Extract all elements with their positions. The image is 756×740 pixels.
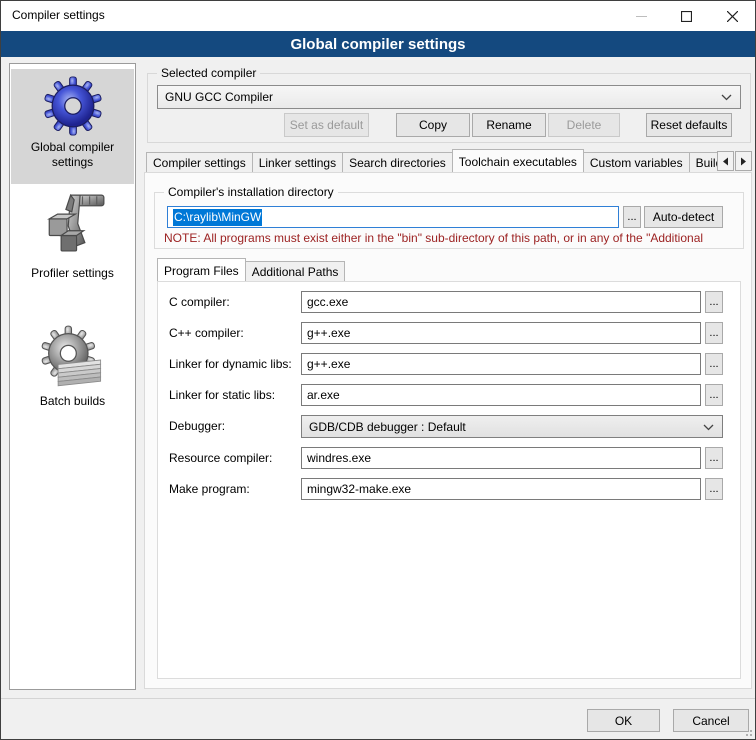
caliper-icon [35,188,111,264]
chevron-down-icon [703,420,714,434]
maximize-icon [681,11,692,22]
reset-defaults-button[interactable]: Reset defaults [646,113,732,137]
static-linker-browse-button[interactable]: ... [705,384,723,406]
static-linker-input[interactable]: ar.exe [301,384,701,406]
set-as-default-button[interactable]: Set as default [284,113,369,137]
compiler-settings-dialog: Compiler settings Global compiler settin… [0,0,756,740]
sidebar-item-label: Batch builds [11,394,134,409]
make-program-input[interactable]: mingw32-make.exe [301,478,701,500]
auto-detect-button[interactable]: Auto-detect [644,206,723,228]
tab-toolchain-executables[interactable]: Toolchain executables [452,149,584,172]
bin-subdirectory-note: NOTE: All programs must exist either in … [164,231,736,245]
make-program-browse-button[interactable]: ... [705,478,723,500]
tab-additional-paths[interactable]: Additional Paths [245,261,346,281]
selected-compiler-dropdown[interactable]: GNU GCC Compiler [157,85,741,109]
c-compiler-input[interactable]: gcc.exe [301,291,701,313]
rename-button[interactable]: Rename [472,113,546,137]
copy-button[interactable]: Copy [396,113,470,137]
tab-search-directories[interactable]: Search directories [342,152,453,172]
tab-build-options[interactable]: Build options [689,152,717,172]
sidebar-item-profiler-settings[interactable]: Profiler settings [11,186,134,292]
tab-compiler-settings[interactable]: Compiler settings [146,152,253,172]
settings-tab-strip: Compiler settings Linker settings Search… [146,148,717,172]
delete-button[interactable]: Delete [548,113,620,137]
debugger-value: GDB/CDB debugger : Default [309,420,466,434]
tab-program-files[interactable]: Program Files [157,258,246,281]
tab-linker-settings[interactable]: Linker settings [252,152,343,172]
dynamic-linker-browse-button[interactable]: ... [705,353,723,375]
dynamic-linker-label: Linker for dynamic libs: [169,357,292,371]
cpp-compiler-browse-button[interactable]: ... [705,322,723,344]
group-label: Selected compiler [157,66,260,80]
tab-scroll-left-button[interactable] [717,151,734,171]
arrow-left-icon [722,157,729,166]
dynamic-linker-input[interactable]: g++.exe [301,353,701,375]
category-list: Global compiler settings [9,63,136,690]
resource-compiler-browse-button[interactable]: ... [705,447,723,469]
close-button[interactable] [709,1,755,31]
batch-builds-icon [39,324,107,392]
footer-divider [1,698,755,699]
sidebar-item-batch-builds[interactable]: Batch builds [11,320,134,420]
cancel-button[interactable]: Cancel [673,709,749,732]
browse-directory-button[interactable]: ... [623,206,641,228]
banner-title: Global compiler settings [290,36,465,53]
minimize-button[interactable] [619,1,664,31]
selected-compiler-value: GNU GCC Compiler [165,90,273,104]
cpp-compiler-input[interactable]: g++.exe [301,322,701,344]
paths-tab-strip: Program Files Additional Paths [157,258,457,281]
debugger-label: Debugger: [169,419,225,433]
make-program-label: Make program: [169,482,250,496]
installation-directory-value: C:\raylib\MinGW [173,209,262,226]
ok-button[interactable]: OK [587,709,660,732]
tab-custom-variables[interactable]: Custom variables [583,152,690,172]
c-compiler-label: C compiler: [169,295,230,309]
debugger-dropdown[interactable]: GDB/CDB debugger : Default [301,415,723,438]
sidebar-item-label: Profiler settings [11,266,134,281]
sidebar-item-label: Global compiler settings [11,140,134,170]
c-compiler-browse-button[interactable]: ... [705,291,723,313]
close-icon [727,11,738,22]
resource-compiler-label: Resource compiler: [169,451,272,465]
chevron-down-icon [721,90,732,104]
installation-directory-input[interactable]: C:\raylib\MinGW [167,206,619,228]
window-title: Compiler settings [12,8,105,22]
maximize-button[interactable] [664,1,709,31]
group-label: Compiler's installation directory [164,185,338,199]
minimize-icon [636,11,647,22]
title-bar[interactable]: Compiler settings [1,1,755,31]
sidebar-item-global-compiler-settings[interactable]: Global compiler settings [11,69,134,184]
arrow-right-icon [740,157,747,166]
dialog-banner: Global compiler settings [1,31,755,57]
static-linker-label: Linker for static libs: [169,388,275,402]
cpp-compiler-label: C++ compiler: [169,326,244,340]
tab-scroll-right-button[interactable] [735,151,752,171]
resource-compiler-input[interactable]: windres.exe [301,447,701,469]
resize-grip[interactable] [742,726,752,736]
blue-gear-icon [42,75,104,137]
